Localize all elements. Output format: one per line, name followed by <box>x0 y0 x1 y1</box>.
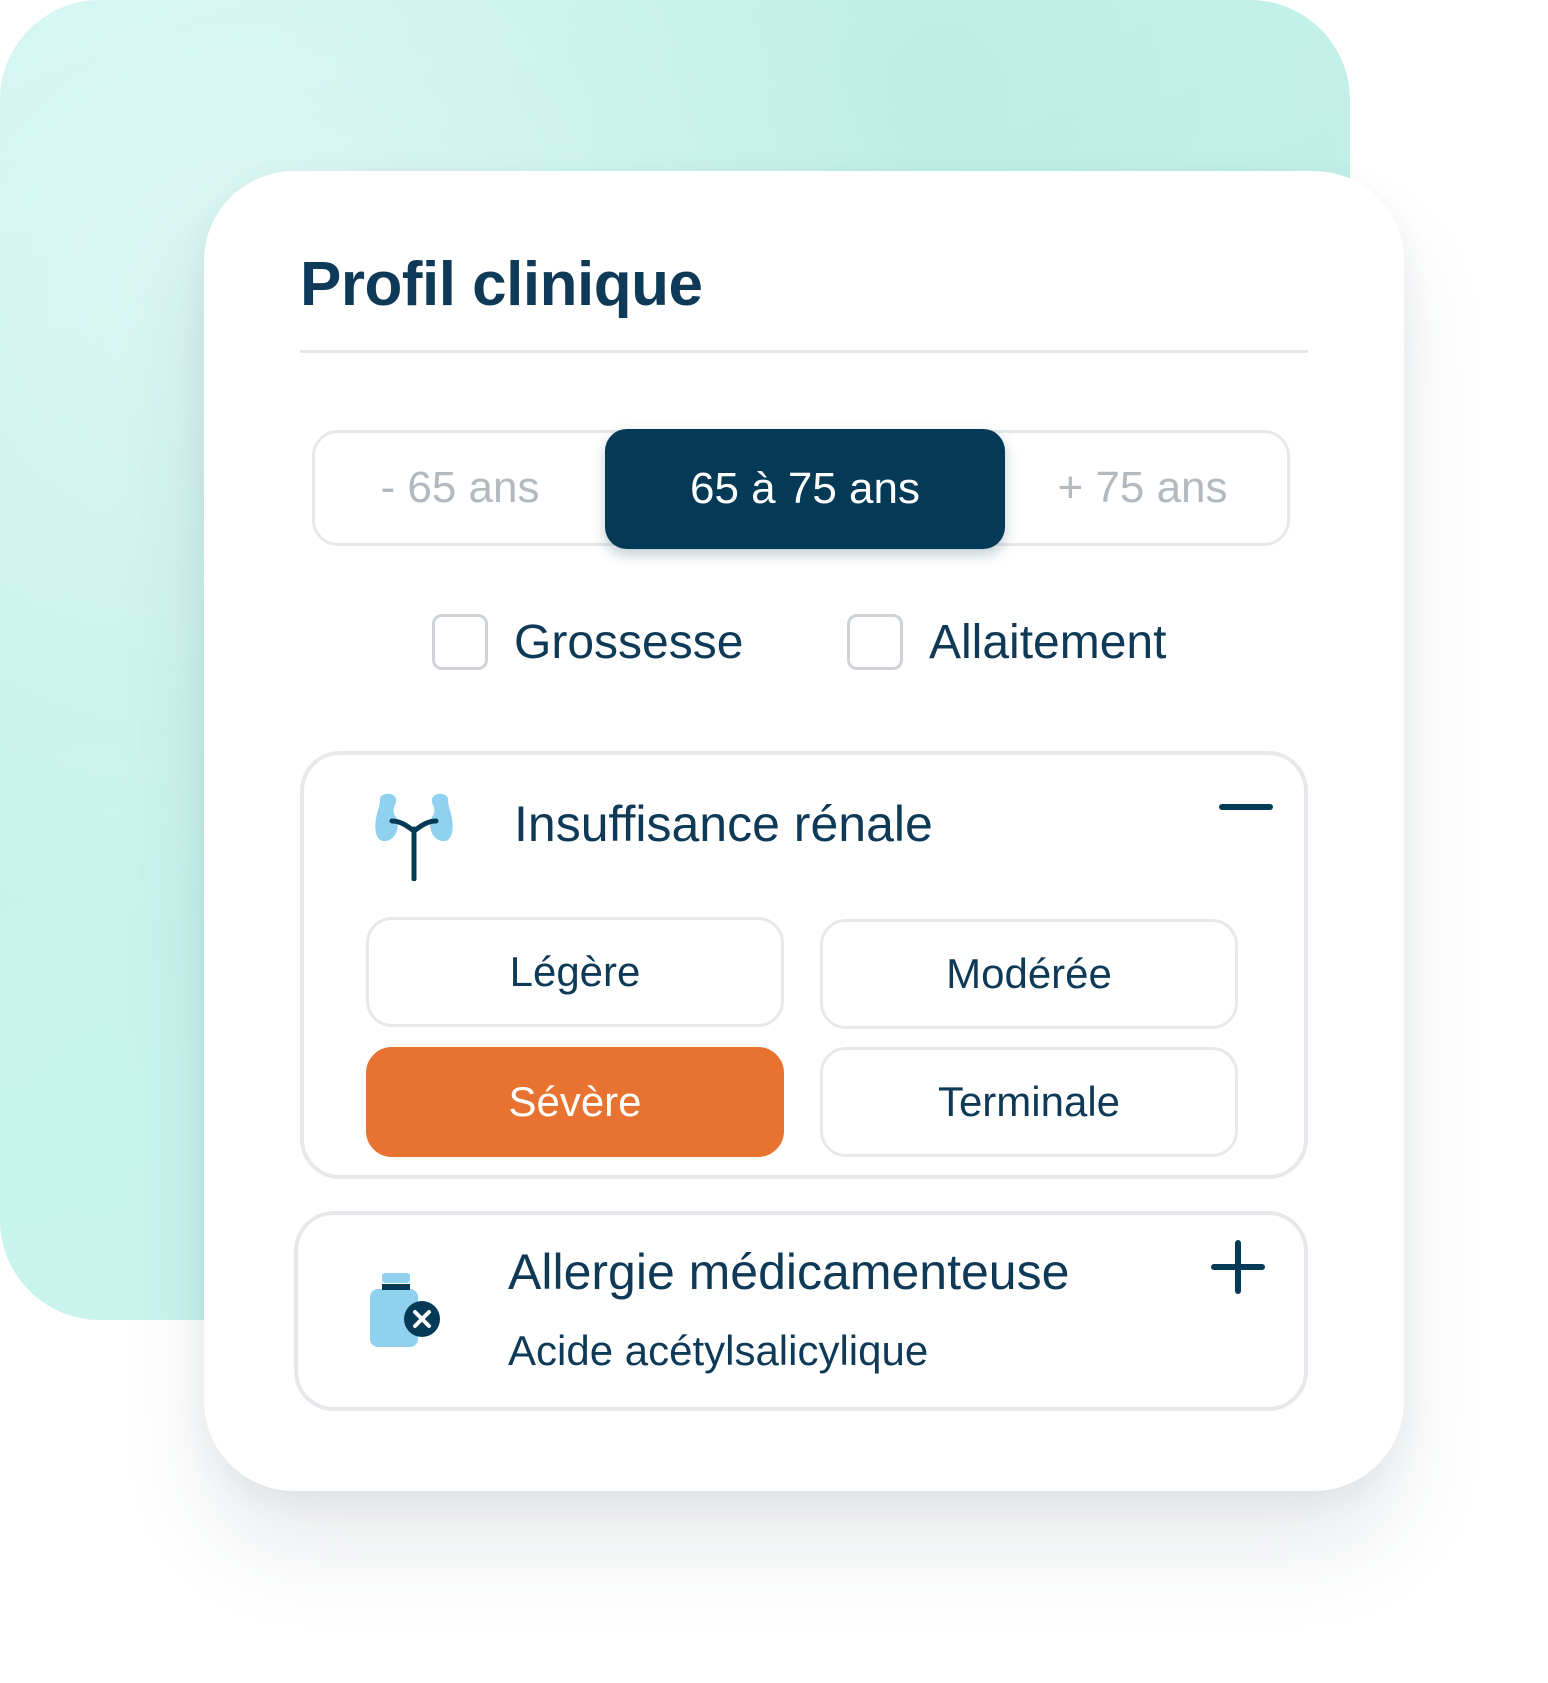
allergy-substance: Acide acétylsalicylique <box>508 1327 929 1374</box>
renal-insufficiency-section: Insuffisance rénale Légère Modérée Sévèr… <box>300 751 1308 1179</box>
severity-button-severe[interactable]: Sévère <box>366 1047 784 1157</box>
breastfeeding-option[interactable]: Allaitement <box>847 614 1166 670</box>
allergy-section-title: Allergie médicamenteuse <box>508 1244 1070 1300</box>
severity-button-moderate[interactable]: Modérée <box>820 919 1238 1029</box>
pregnancy-checkbox[interactable] <box>432 614 488 670</box>
severity-button-mild[interactable]: Légère <box>366 917 784 1027</box>
title-divider <box>300 350 1308 353</box>
collapse-minus-icon[interactable] <box>1216 777 1276 837</box>
age-segmented-control: - 65 ans + 75 ans 65 à 75 ans <box>312 429 1290 549</box>
expand-plus-icon[interactable] <box>1208 1237 1268 1297</box>
pregnancy-option[interactable]: Grossesse <box>432 614 743 670</box>
page-title: Profil clinique <box>300 250 703 319</box>
breastfeeding-label: Allaitement <box>929 615 1167 669</box>
age-option-under-65[interactable]: - 65 ans <box>315 430 605 546</box>
clinical-profile-card: Profil clinique - 65 ans + 75 ans 65 à 7… <box>204 171 1404 1491</box>
age-option-over-75[interactable]: + 75 ans <box>995 430 1290 546</box>
kidney-icon <box>375 793 453 881</box>
drug-allergy-section: Allergie médicamenteuse Acide acétylsali… <box>294 1211 1308 1411</box>
breastfeeding-checkbox[interactable] <box>847 614 903 670</box>
age-option-65-to-75[interactable]: 65 à 75 ans <box>605 429 1005 549</box>
pregnancy-label: Grossesse <box>514 615 744 669</box>
severity-button-terminal[interactable]: Terminale <box>820 1047 1238 1157</box>
medicine-bottle-x-icon <box>370 1273 440 1347</box>
renal-section-title: Insuffisance rénale <box>514 796 933 852</box>
